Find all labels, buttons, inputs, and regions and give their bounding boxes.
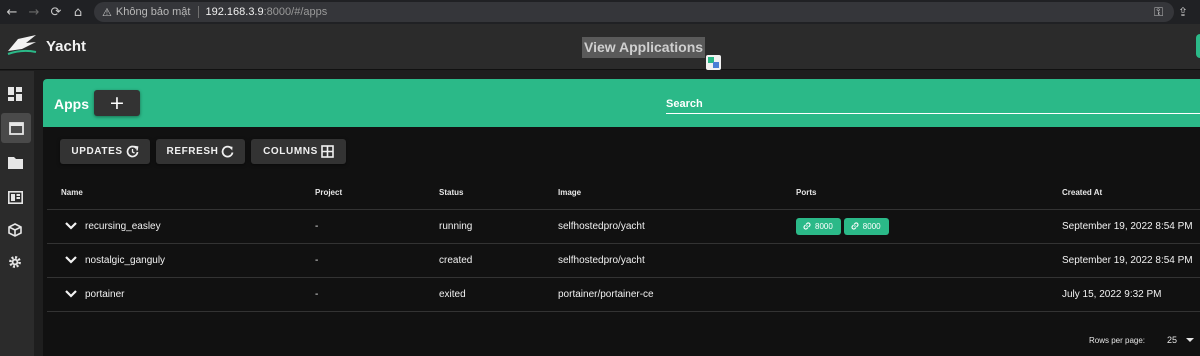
refresh-icon	[222, 145, 234, 158]
address-divider	[197, 6, 199, 18]
app-created: July 15, 2022 9:32 PM	[1062, 277, 1200, 312]
apps-toolbar: Apps + Search	[43, 79, 1200, 127]
port-chip[interactable]: 8000	[843, 217, 889, 235]
chevron-down-icon[interactable]	[64, 255, 78, 264]
address-bar[interactable]: ⚠ Không bảo mật 192.168.3.9:8000/#/apps	[94, 2, 1174, 22]
templates-icon	[7, 190, 23, 204]
share-icon[interactable]: ⇪	[1178, 0, 1188, 24]
columns-label: COLUMNS	[263, 146, 318, 157]
columns-grid-icon	[321, 145, 334, 158]
app-image: selfhostedpro/yacht	[558, 209, 796, 244]
browser-toolbar: ← → ⟳ ⌂ ⚠ Không bảo mật 192.168.3.9:8000…	[0, 0, 1200, 24]
app-name[interactable]: portainer	[85, 289, 124, 300]
app-image: selfhostedpro/yacht	[558, 243, 796, 278]
sidebar-item-templates[interactable]	[0, 182, 30, 212]
app-image: portainer/portainer-ce	[558, 277, 796, 312]
column-header-ports[interactable]: Ports	[796, 177, 1062, 210]
column-header-image[interactable]: Image	[558, 177, 796, 210]
app-ports	[796, 243, 1062, 278]
app-status: exited	[439, 277, 558, 312]
forward-arrow-icon[interactable]: →	[24, 0, 44, 24]
column-header-name[interactable]: Name	[47, 177, 315, 210]
page-title: View Applications	[582, 37, 706, 58]
sidebar	[0, 71, 34, 356]
rows-per-page-label: Rows per page:	[1089, 335, 1146, 345]
reload-icon[interactable]: ⟳	[46, 0, 66, 24]
app-status: created	[439, 243, 558, 278]
apps-title: Apps	[54, 96, 89, 112]
table-row[interactable]: recursing_easley - running selfhostedpro…	[47, 209, 1200, 244]
apps-table: Name Project Status Image Ports Created …	[47, 177, 1200, 312]
edge-indicator	[1196, 34, 1200, 58]
port-number: 8000	[862, 221, 881, 231]
gear-icon	[9, 256, 21, 268]
back-arrow-icon[interactable]: ←	[2, 0, 22, 24]
table-row[interactable]: portainer - exited portainer/portainer-c…	[47, 277, 1200, 312]
brand-name[interactable]: Yacht	[46, 38, 86, 55]
caret-down-icon[interactable]	[1186, 338, 1195, 342]
columns-button[interactable]: COLUMNS	[251, 139, 346, 164]
app-project: -	[315, 243, 439, 278]
column-header-created[interactable]: Created At	[1062, 177, 1200, 210]
table-header-row: Name Project Status Image Ports Created …	[47, 177, 1200, 210]
key-icon[interactable]: ⚿	[1154, 0, 1163, 24]
app-project: -	[315, 209, 439, 244]
column-header-status[interactable]: Status	[439, 177, 558, 210]
refresh-button[interactable]: REFRESH	[156, 139, 245, 164]
app-status: running	[439, 209, 558, 244]
dashboard-icon	[8, 87, 22, 101]
column-header-project[interactable]: Project	[315, 177, 439, 210]
refresh-label: REFRESH	[166, 146, 219, 157]
app-created: September 19, 2022 8:54 PM	[1062, 209, 1200, 244]
port-chip[interactable]: 8000	[796, 217, 841, 235]
app-name[interactable]: nostalgic_ganguly	[85, 255, 165, 266]
app-created: September 19, 2022 8:54 PM	[1062, 243, 1200, 278]
update-icon	[126, 145, 138, 158]
search-placeholder: Search	[666, 98, 703, 110]
updates-label: UPDATES	[71, 146, 123, 157]
link-icon	[851, 222, 859, 230]
apps-panel: Apps + Search UPDATES REFRESH COLUMNS Na…	[43, 79, 1200, 356]
port-number: 8000	[815, 221, 833, 231]
sidebar-item-resources[interactable]	[0, 215, 30, 245]
chevron-down-icon[interactable]	[64, 221, 78, 230]
sidebar-item-settings[interactable]	[0, 247, 30, 277]
app-project: -	[315, 277, 439, 312]
updates-button[interactable]: UPDATES	[60, 139, 150, 164]
apps-window-icon	[8, 121, 24, 135]
pagination: Rows per page: 25	[1089, 335, 1195, 345]
resources-cube-icon	[8, 223, 22, 237]
app-name[interactable]: recursing_easley	[85, 221, 161, 232]
url-path: :8000/#/apps	[263, 6, 328, 18]
translate-icon[interactable]	[706, 55, 721, 70]
url-host: 192.168.3.9	[205, 6, 264, 18]
sidebar-item-dashboard[interactable]	[0, 79, 30, 109]
warning-icon: ⚠	[102, 5, 112, 19]
folder-icon	[7, 156, 23, 169]
app-ports	[796, 277, 1062, 312]
chevron-down-icon[interactable]	[64, 289, 78, 298]
search-input[interactable]: Search	[666, 96, 1200, 114]
sidebar-item-apps[interactable]	[1, 113, 31, 143]
link-icon	[803, 222, 811, 230]
rows-per-page-select[interactable]: 25	[1167, 335, 1177, 345]
sidebar-item-projects[interactable]	[0, 147, 30, 177]
add-app-button[interactable]: +	[94, 90, 140, 116]
home-icon[interactable]: ⌂	[68, 0, 88, 24]
yacht-logo-icon	[7, 35, 37, 55]
app-header: Yacht View Applications	[0, 24, 1200, 70]
table-row[interactable]: nostalgic_ganguly - created selfhostedpr…	[47, 243, 1200, 278]
not-secure-label: Không bảo mật	[115, 6, 191, 18]
